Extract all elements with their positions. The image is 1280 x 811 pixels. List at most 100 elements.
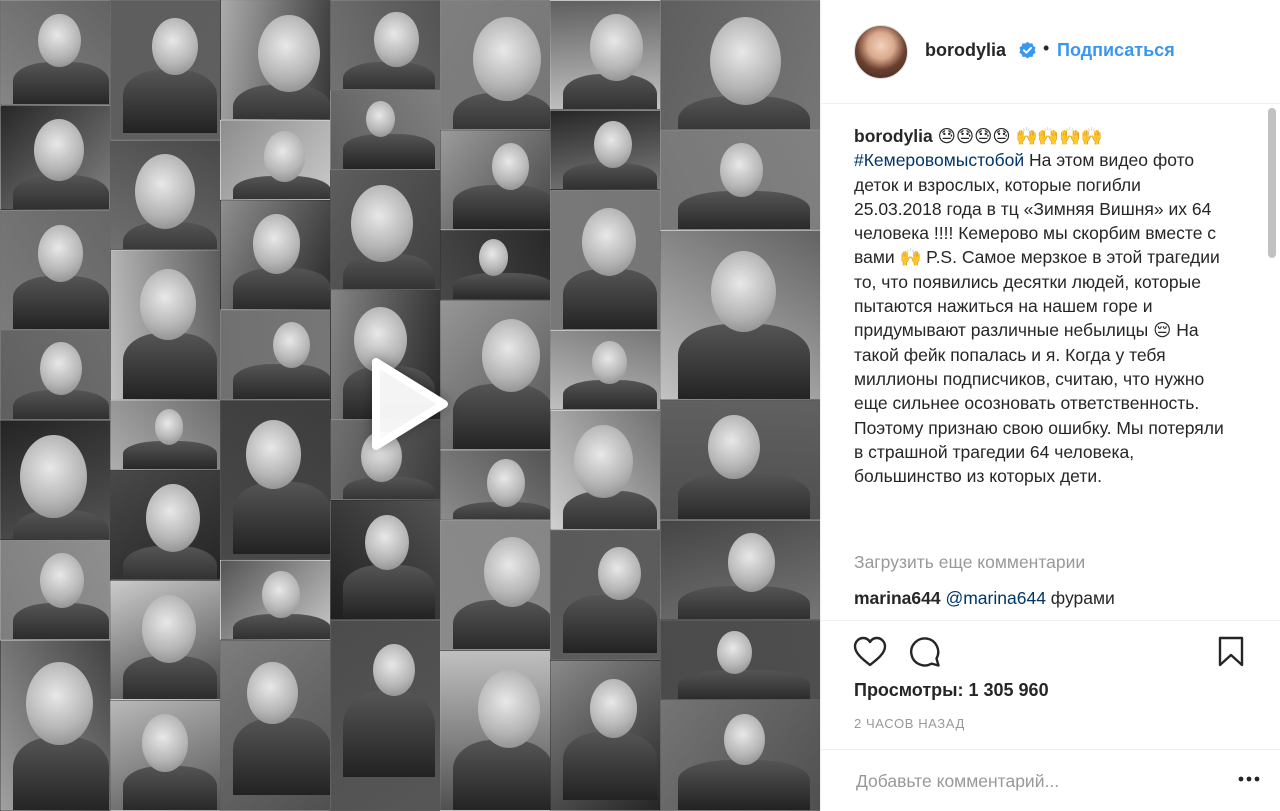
photo-face: [20, 435, 87, 519]
photo-face: [482, 319, 541, 392]
collage-photo: [330, 620, 446, 811]
collage-photo: [440, 650, 564, 811]
collage-photo: [110, 250, 228, 400]
photo-face: [597, 546, 641, 601]
photo-body: [122, 69, 218, 133]
photo-face: [145, 484, 201, 553]
photo-face: [716, 630, 752, 675]
photo-face: [594, 120, 632, 168]
photo-body: [13, 602, 109, 639]
collage-photo: [660, 130, 820, 230]
avatar[interactable]: [854, 25, 908, 79]
collage-photo: [110, 0, 228, 140]
comment-item: marina644 @marina644 фурами: [854, 588, 1115, 609]
comments-scrollbar[interactable]: [1268, 108, 1276, 258]
collage-photo: [440, 520, 564, 650]
collage-photo: [0, 330, 120, 420]
collage-photo: [660, 620, 820, 700]
photo-body: [122, 441, 218, 469]
load-more-comments-button[interactable]: Загрузить еще комментарии: [854, 552, 1085, 573]
view-count[interactable]: Просмотры: 1 305 960: [854, 680, 1049, 701]
collage-photo: [220, 310, 342, 400]
post-header: borodylia • Подписаться: [821, 0, 1280, 104]
collage-photo: [440, 130, 564, 230]
photo-body: [677, 759, 810, 810]
photo-face: [574, 425, 633, 499]
collage-photo: [220, 560, 342, 640]
photo-face: [720, 143, 764, 197]
caption-emojis: 😓😓😓😓 🙌🙌🙌🙌: [937, 126, 1103, 146]
photo-face: [365, 515, 409, 571]
collage-photo: [220, 640, 342, 811]
post-timestamp[interactable]: 2 ЧАСОВ НАЗАД: [854, 716, 965, 731]
photo-face: [34, 118, 85, 182]
header-username[interactable]: borodylia: [925, 40, 1006, 61]
caption: borodylia 😓😓😓😓 🙌🙌🙌🙌 #Кемеровомыстобой На…: [854, 124, 1229, 488]
collage-photo: [550, 110, 668, 190]
photo-face: [487, 459, 526, 507]
photo-face: [484, 536, 541, 607]
add-comment-input[interactable]: [854, 766, 1218, 796]
photo-body: [13, 276, 109, 329]
play-button[interactable]: [356, 352, 460, 456]
collage-photo: [660, 0, 820, 130]
collage-photo: [550, 190, 668, 330]
collage-photo: [220, 200, 342, 310]
collage-photo: [110, 470, 228, 580]
comment-mention[interactable]: @marina644: [945, 588, 1045, 608]
collage-photo: [0, 640, 120, 811]
photo-body: [453, 599, 553, 649]
photo-face: [723, 714, 765, 766]
photo-face: [39, 341, 82, 395]
photo-body: [677, 472, 810, 519]
photo-face: [246, 420, 302, 489]
more-options-icon[interactable]: [1238, 768, 1260, 790]
photo-body: [562, 731, 658, 800]
photo-body: [453, 384, 553, 449]
collage-photo: [0, 105, 120, 210]
collage-photo: [440, 450, 564, 520]
collage-photo: [330, 90, 446, 170]
photo-body: [233, 267, 331, 309]
heart-icon[interactable]: [853, 636, 887, 668]
photo-body: [342, 133, 436, 169]
collage-photo: [0, 420, 120, 540]
collage-photo: [0, 0, 120, 105]
photo-face: [247, 661, 298, 725]
collage-photo: [330, 500, 446, 620]
collage-photo: [660, 700, 820, 811]
bookmark-icon[interactable]: [1218, 636, 1244, 668]
photo-face: [141, 714, 188, 772]
caption-text: На этом видео фото деток и взрослых, кот…: [854, 150, 1224, 487]
photo-body: [453, 272, 553, 299]
photo-face: [710, 16, 781, 105]
photo-face: [258, 15, 320, 93]
photo-face: [264, 130, 306, 182]
photo-body: [122, 765, 218, 810]
collage-photo: [110, 140, 228, 250]
comment-icon[interactable]: [909, 636, 941, 668]
photo-body: [233, 363, 331, 399]
collage-photo: [660, 400, 820, 520]
photo-body: [233, 481, 331, 554]
photo-face: [589, 14, 644, 82]
collage-photo: [660, 230, 820, 400]
caption-username[interactable]: borodylia: [854, 126, 933, 146]
collage-photo: [330, 0, 446, 90]
caption-hashtag[interactable]: #Кемеровомыстобой: [854, 150, 1024, 170]
photo-body: [233, 718, 331, 796]
photo-body: [562, 594, 658, 654]
photo-body: [342, 691, 436, 778]
post-video[interactable]: [0, 0, 820, 811]
comment-username[interactable]: marina644: [854, 588, 941, 608]
photo-face: [365, 100, 396, 138]
photo-face: [581, 207, 637, 276]
follow-button[interactable]: Подписаться: [1057, 40, 1175, 61]
photo-face: [589, 679, 637, 738]
photo-body: [342, 477, 436, 499]
photo-face: [478, 239, 509, 277]
photo-body: [677, 670, 810, 699]
photo-face: [152, 17, 199, 76]
collage-photo: [660, 520, 820, 620]
collage-photo: [0, 540, 120, 640]
